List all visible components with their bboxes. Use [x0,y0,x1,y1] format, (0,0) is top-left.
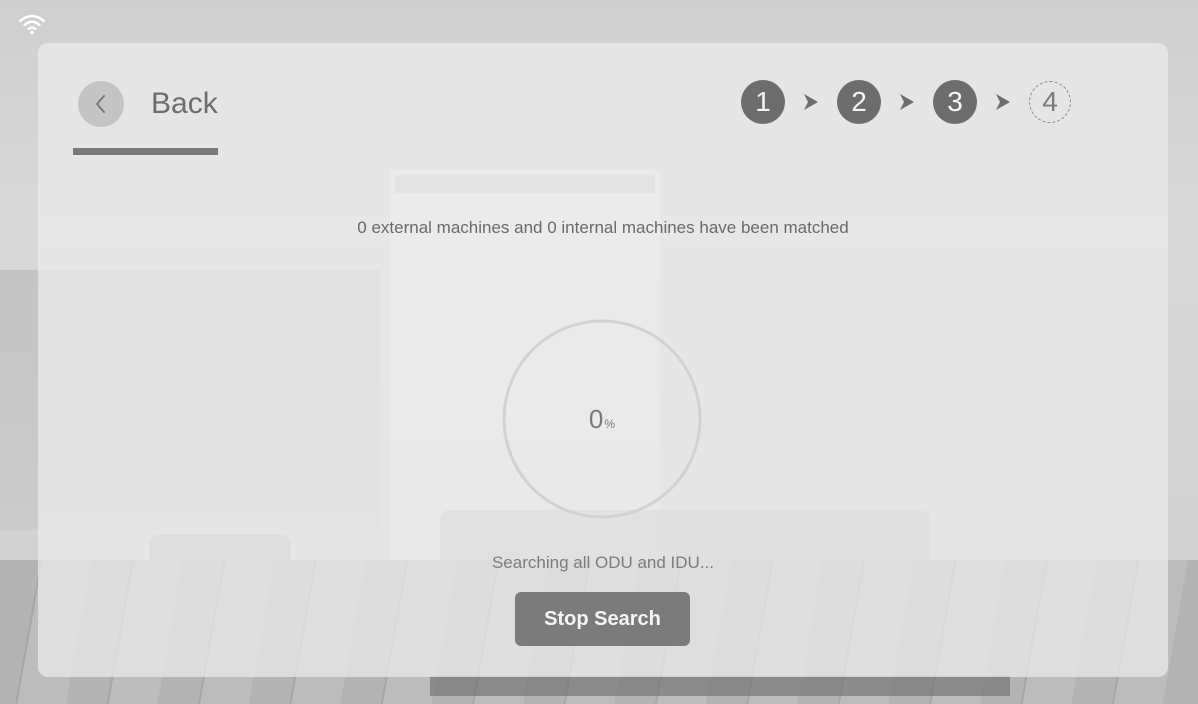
step-2: 2 [837,80,881,124]
search-panel: Back 1 2 3 4 0 external machines and 0 i… [38,43,1168,677]
chevron-right-icon [988,80,1018,124]
back-button[interactable]: Back [78,81,218,127]
progress-value: 0 [588,403,604,434]
searching-status: Searching all ODU and IDU... [491,553,715,572]
step-indicator: 1 2 3 4 [741,80,1071,124]
background-rug [430,676,1010,696]
back-underline [73,148,218,155]
back-label: Back [151,87,218,120]
matched-count-text: 0 external machines and 0 internal machi… [357,218,849,237]
step-4: 4 [1029,81,1071,123]
step-3: 3 [933,80,977,124]
wifi-icon [18,14,46,35]
stop-search-button[interactable]: Stop Search [515,592,690,646]
progress-readout: 0% [500,317,704,521]
chevron-right-icon [892,80,922,124]
chevron-left-icon [78,81,124,127]
progress-unit: % [604,417,616,431]
step-1: 1 [741,80,785,124]
chevron-right-icon [796,80,826,124]
